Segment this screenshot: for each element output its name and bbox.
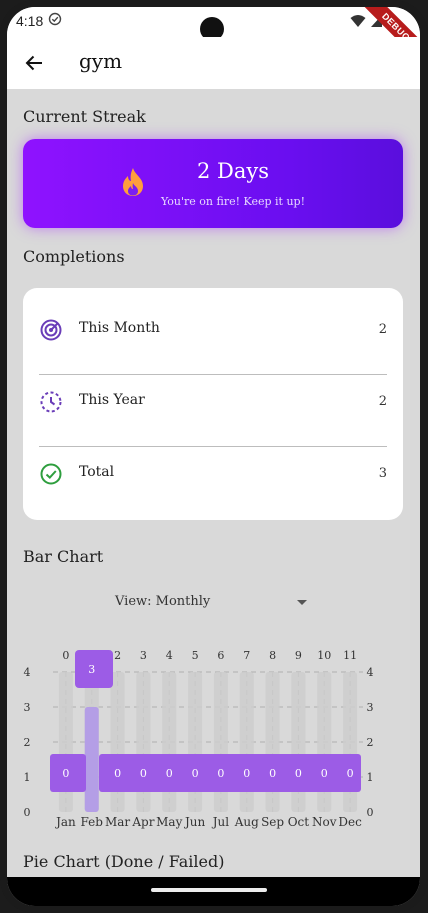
x-tick-label: Mar	[105, 815, 130, 829]
y-tick-label-right: 0	[367, 806, 374, 819]
x-tick-label: Feb	[81, 815, 104, 829]
streak-message: You're on fire! Keep it up!	[161, 195, 305, 208]
device-frame: 4:18 DEBUG gym Current Streak 2 Days You…	[0, 0, 428, 913]
section-title-bar-chart: Bar Chart	[23, 547, 104, 566]
bar-top-label: 3	[140, 649, 147, 662]
section-title-completions: Completions	[23, 247, 125, 266]
fire-icon	[123, 168, 143, 196]
calendar-clock-icon	[40, 391, 62, 413]
bar-chart: 00112233440Jan1Feb2Mar3Apr4May5Jun6Jul7A…	[24, 649, 374, 829]
bar-value-label: 0	[114, 767, 121, 780]
bar-top-label: 4	[166, 649, 173, 662]
status-time: 4:18	[16, 13, 44, 29]
bar-value-label: 0	[295, 767, 302, 780]
bar-value-label: 0	[217, 767, 224, 780]
completion-value: 2	[378, 322, 387, 337]
streak-days: 2 Days	[196, 159, 270, 183]
app-bar: gym	[7, 37, 420, 89]
view-dropdown-label: View: Monthly	[115, 594, 211, 609]
x-tick-label: Jul	[211, 815, 230, 829]
bar-top-label: 7	[243, 649, 250, 662]
y-tick-label-right: 2	[367, 736, 374, 749]
wifi-icon	[350, 15, 366, 27]
completion-label: Total	[79, 464, 115, 480]
bar-top-label: 5	[192, 649, 199, 662]
completion-label: This Year	[79, 392, 145, 408]
y-tick-label-right: 3	[367, 701, 374, 714]
bar-top-label: 10	[317, 649, 331, 662]
bar-value-label: 0	[243, 767, 250, 780]
bar-top-label: 0	[62, 649, 69, 662]
x-tick-label: Nov	[312, 815, 337, 829]
completion-value: 3	[378, 466, 387, 481]
app-screen: 4:18 DEBUG gym Current Streak 2 Days You…	[7, 7, 420, 906]
bar-value-label: 0	[62, 767, 69, 780]
home-gesture-handle[interactable]	[151, 888, 267, 892]
check-circle-icon	[40, 463, 62, 485]
bar-value-label: 0	[269, 767, 276, 780]
bar-top-label: 11	[343, 649, 357, 662]
completion-row-total: Total 3	[39, 440, 387, 512]
x-tick-label: Sep	[261, 815, 284, 829]
x-tick-label: Dec	[338, 815, 362, 829]
sync-check-icon	[48, 12, 62, 26]
y-tick-label-left: 3	[24, 701, 31, 714]
x-tick-label: Jun	[183, 815, 206, 829]
completions-card: This Month 2 This Year 2 Total 3	[23, 288, 403, 520]
x-tick-label: Aug	[234, 815, 259, 829]
bar-value-label: 0	[166, 767, 173, 780]
arrow-back-icon	[25, 55, 42, 71]
section-title-streak: Current Streak	[23, 107, 146, 126]
streak-card: 2 Days You're on fire! Keep it up!	[23, 139, 403, 228]
dropdown-arrow-icon	[297, 600, 307, 605]
bar-top-label: 6	[217, 649, 224, 662]
system-nav-bar	[7, 877, 420, 906]
y-tick-label-left: 4	[24, 666, 31, 679]
completion-label: This Month	[79, 320, 160, 336]
y-tick-label-right: 1	[367, 771, 374, 784]
page-title: gym	[79, 49, 123, 73]
bar-value-label: 0	[321, 767, 328, 780]
bar-top-label: 9	[295, 649, 302, 662]
bar-top-label: 2	[114, 649, 121, 662]
bar-value-label: 0	[347, 767, 354, 780]
y-tick-label-left: 1	[24, 771, 31, 784]
y-tick-label-left: 2	[24, 736, 31, 749]
x-tick-label: Jan	[54, 815, 76, 829]
y-tick-label-right: 4	[367, 666, 374, 679]
completion-row-this-month: This Month 2	[39, 296, 387, 368]
bar-top-label: 8	[269, 649, 276, 662]
section-title-pie-chart: Pie Chart (Done / Failed)	[23, 852, 225, 871]
status-bar: 4:18 DEBUG	[7, 7, 420, 69]
bar-value-label: 3	[88, 663, 95, 676]
bar-value-label: 0	[140, 767, 147, 780]
view-dropdown[interactable]: View: Monthly	[107, 592, 307, 614]
bar-value-label: 0	[192, 767, 199, 780]
bar	[84, 707, 99, 812]
y-tick-label-left: 0	[24, 806, 31, 819]
completion-value: 2	[378, 394, 387, 409]
x-tick-label: May	[156, 815, 182, 829]
target-icon	[40, 319, 62, 341]
x-tick-label: Apr	[131, 815, 154, 829]
back-button[interactable]	[19, 48, 49, 78]
completion-row-this-year: This Year 2	[39, 368, 387, 440]
x-tick-label: Oct	[288, 815, 310, 829]
